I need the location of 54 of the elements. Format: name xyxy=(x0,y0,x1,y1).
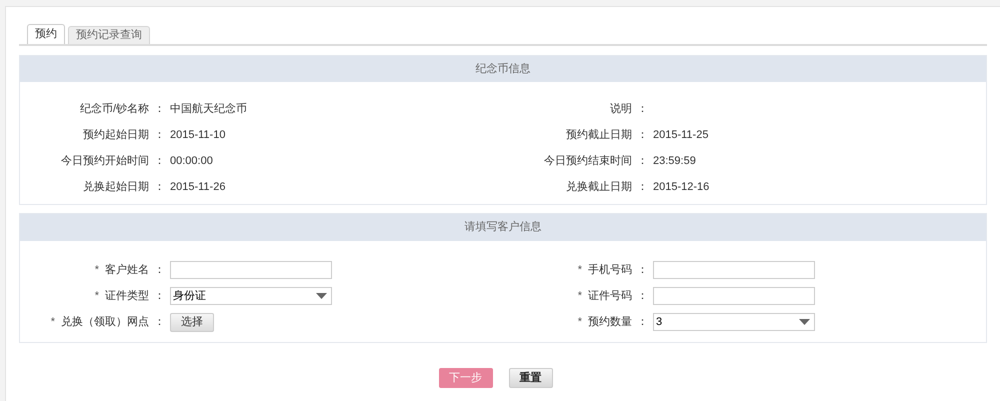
colon: ： xyxy=(637,154,648,169)
colon: ： xyxy=(637,180,648,195)
panel-header: 纪念币信息 xyxy=(20,56,986,82)
field-label: 证件类型 xyxy=(105,288,149,304)
required-mark: * xyxy=(578,262,582,278)
field-label: 证件号码 xyxy=(588,288,632,304)
colon: ： xyxy=(154,154,165,169)
field-label: 说明 xyxy=(610,102,632,117)
field-value: 中国航天纪念币 xyxy=(170,102,247,117)
colon: ： xyxy=(154,102,165,117)
colon: ： xyxy=(637,128,648,143)
field-label: 兑换起始日期 xyxy=(83,180,149,195)
field-label: 预约截止日期 xyxy=(566,128,632,143)
field-label: 预约数量 xyxy=(588,314,632,330)
input-field[interactable] xyxy=(653,287,815,305)
colon: ： xyxy=(154,314,165,330)
caret-icon xyxy=(799,319,810,325)
colon: ： xyxy=(637,288,648,304)
tab[interactable]: 预约 xyxy=(27,24,65,44)
colon: ： xyxy=(637,314,648,330)
select-field[interactable]: 身份证 xyxy=(170,287,332,305)
tab[interactable]: 预约记录查询 xyxy=(68,26,150,44)
field-label: 兑换（领取）网点 xyxy=(61,314,149,330)
colon: ： xyxy=(637,262,648,278)
field-value: 2015-12-16 xyxy=(653,180,710,195)
panel-header: 请填写客户信息 xyxy=(20,214,986,241)
field-value: 2015-11-26 xyxy=(170,180,226,195)
required-mark: * xyxy=(94,288,99,304)
input-field[interactable] xyxy=(170,261,332,279)
colon: ： xyxy=(154,288,165,304)
input-field[interactable] xyxy=(653,261,815,279)
field-value: 2015-11-10 xyxy=(170,128,226,143)
colon: ： xyxy=(154,262,165,278)
colon: ： xyxy=(637,102,648,117)
field-label: 手机号码 xyxy=(588,262,632,278)
field-label: 今日预约结束时间 xyxy=(544,154,632,169)
reset-button[interactable]: 重置 xyxy=(508,368,552,388)
field-label: 纪念币/钞名称 xyxy=(80,102,149,117)
required-mark: * xyxy=(50,314,55,330)
field-value: 00:00:00 xyxy=(170,154,213,169)
required-mark: * xyxy=(578,288,582,304)
field-label: 预约起始日期 xyxy=(83,128,149,143)
field-label: 客户姓名 xyxy=(105,262,149,278)
field-value: 2015-11-25 xyxy=(653,128,708,143)
colon: ： xyxy=(154,128,165,143)
required-mark: * xyxy=(578,314,582,330)
required-mark: * xyxy=(94,262,99,278)
field-value: 23:59:59 xyxy=(653,154,696,169)
caret-icon xyxy=(316,293,327,299)
select-field[interactable]: 3 xyxy=(653,313,815,331)
field-label: 今日预约开始时间 xyxy=(61,154,149,169)
field-label: 兑换截止日期 xyxy=(566,180,632,195)
colon: ： xyxy=(154,180,165,195)
select-button[interactable]: 选择 xyxy=(170,312,214,332)
